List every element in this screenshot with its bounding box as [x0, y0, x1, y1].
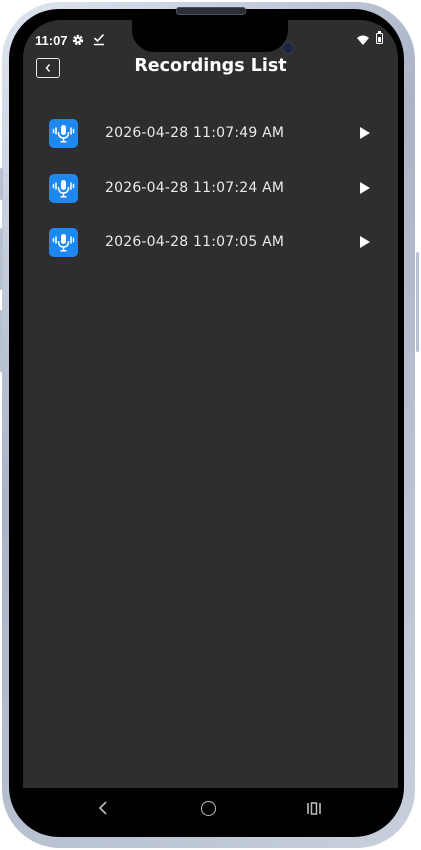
checkmark-download-icon [93, 33, 105, 46]
recording-label: 2026-04-28 11:07:24 AM [105, 179, 285, 196]
page-title: Recordings List [134, 56, 287, 76]
nav-recents-icon[interactable] [306, 801, 322, 816]
microphone-icon [49, 173, 78, 203]
play-icon[interactable] [358, 235, 372, 249]
app-screen: 11:07 Recordings List 2026-04-28 11:07:4… [23, 20, 398, 788]
nav-home-icon[interactable] [201, 801, 216, 816]
recording-item[interactable]: 2026-04-28 11:07:24 AM [23, 173, 398, 228]
camera-notch [132, 18, 294, 54]
gear-icon [72, 34, 84, 46]
status-time: 11:07 [35, 33, 68, 48]
microphone-icon [49, 228, 78, 257]
recording-label: 2026-04-28 11:07:05 AM [105, 234, 285, 250]
front-camera [282, 42, 294, 54]
nav-back-icon[interactable] [98, 800, 108, 816]
system-nav-bar [23, 788, 398, 832]
recording-item[interactable]: 2026-04-28 11:07:05 AM [23, 227, 398, 282]
earpiece-speaker [176, 7, 246, 15]
side-button-power [416, 252, 419, 352]
side-button-volume-down [0, 310, 3, 372]
recording-item[interactable]: 2026-04-28 11:07:49 AM [23, 118, 398, 173]
side-button-mute [0, 168, 3, 200]
side-button-volume-up [0, 228, 3, 290]
wifi-icon [357, 35, 369, 45]
recordings-list: 2026-04-28 11:07:49 AM 2026-04-28 11:07: [23, 118, 398, 282]
battery-icon [376, 31, 383, 44]
play-icon[interactable] [358, 126, 372, 140]
microphone-icon [49, 119, 78, 148]
play-icon[interactable] [358, 181, 372, 195]
recording-label: 2026-04-28 11:07:49 AM [105, 125, 285, 141]
